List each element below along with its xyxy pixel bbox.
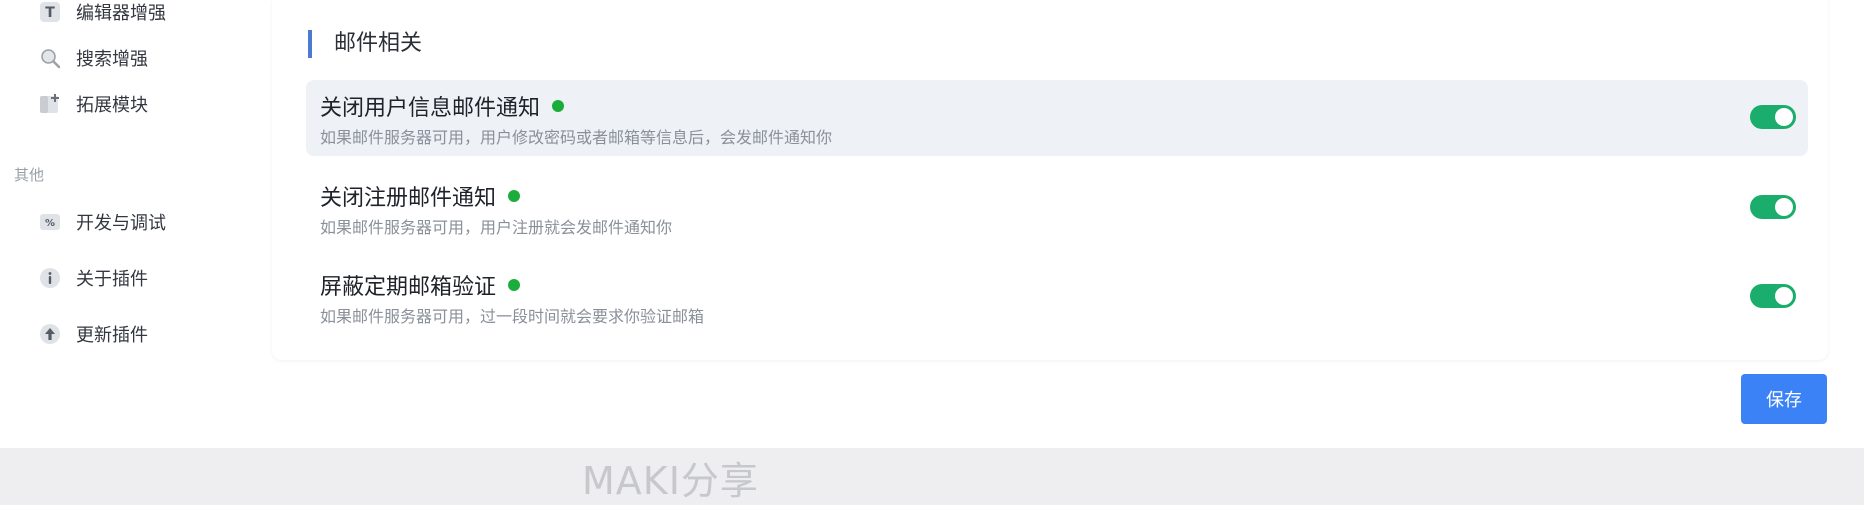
setting-description: 如果邮件服务器可用，过一段时间就会要求你验证邮箱: [320, 307, 705, 326]
toggle-switch-user-info-email[interactable]: [1750, 105, 1796, 129]
app-window: T 编辑器增强 搜索增强 拓展模块 其他 % 开发与调试 关于插件 更新插件 邮…: [0, 0, 1864, 448]
sidebar-item-search-enhance[interactable]: 搜索增强: [38, 40, 258, 76]
setting-row-user-info-email: 关闭用户信息邮件通知 如果邮件服务器可用，用户修改密码或者邮箱等信息后，会发邮件…: [306, 80, 1808, 156]
status-dot: [508, 279, 521, 291]
sidebar-item-label: 搜索增强: [76, 49, 148, 70]
setting-title: 关闭注册邮件通知: [320, 180, 521, 212]
sidebar-item-about-plugin[interactable]: 关于插件: [38, 260, 258, 296]
setting-title-text: 关闭注册邮件通知: [320, 186, 497, 211]
sidebar-item-extension-modules[interactable]: 拓展模块: [38, 86, 258, 122]
sidebar-group-label-other: 其他: [14, 166, 45, 184]
setting-row-register-email: 关闭注册邮件通知 如果邮件服务器可用，用户注册就会发邮件通知你: [306, 170, 1808, 246]
setting-description: 如果邮件服务器可用，用户修改密码或者邮箱等信息后，会发邮件通知你: [320, 128, 833, 147]
sidebar-item-label: 拓展模块: [76, 95, 148, 116]
sidebar-item-label: 开发与调试: [76, 213, 166, 234]
setting-description: 如果邮件服务器可用，用户注册就会发邮件通知你: [320, 218, 673, 237]
setting-row-periodic-email-verify: 屏蔽定期邮箱验证 如果邮件服务器可用，过一段时间就会要求你验证邮箱: [306, 259, 1808, 335]
extension-module-icon: [38, 92, 62, 116]
toggle-switch-register-email[interactable]: [1750, 195, 1796, 219]
sidebar: T 编辑器增强 搜索增强 拓展模块 其他 % 开发与调试 关于插件 更新插件: [0, 0, 272, 448]
text-format-icon: T: [38, 0, 62, 24]
sidebar-item-dev-debug[interactable]: % 开发与调试: [38, 204, 258, 240]
settings-card: 邮件相关 关闭用户信息邮件通知 如果邮件服务器可用，用户修改密码或者邮箱等信息后…: [272, 0, 1828, 360]
setting-title: 关闭用户信息邮件通知: [320, 90, 565, 122]
status-dot: [552, 100, 565, 112]
sidebar-item-editor-enhance[interactable]: T 编辑器增强: [38, 0, 258, 30]
sidebar-item-update-plugin[interactable]: 更新插件: [38, 316, 258, 352]
section-title: 邮件相关: [308, 30, 422, 58]
toggle-knob: [1775, 108, 1793, 126]
sidebar-item-label: 关于插件: [76, 269, 148, 290]
setting-title: 屏蔽定期邮箱验证: [320, 269, 521, 301]
setting-title-text: 关闭用户信息邮件通知: [320, 96, 541, 121]
toggle-knob: [1775, 287, 1793, 305]
sidebar-item-label: 更新插件: [76, 325, 148, 346]
sidebar-item-label: 编辑器增强: [76, 3, 166, 24]
search-icon: [38, 46, 62, 70]
main-content: 邮件相关 关闭用户信息邮件通知 如果邮件服务器可用，用户修改密码或者邮箱等信息后…: [272, 0, 1864, 448]
toggle-knob: [1775, 198, 1793, 216]
status-dot: [508, 190, 521, 202]
setting-title-text: 屏蔽定期邮箱验证: [320, 275, 497, 300]
toggle-switch-periodic-email-verify[interactable]: [1750, 284, 1796, 308]
dev-debug-icon: %: [38, 210, 62, 234]
upload-arrow-icon: [38, 322, 62, 346]
info-icon: [38, 266, 62, 290]
svg-text:%: %: [45, 218, 55, 229]
save-button[interactable]: 保存: [1741, 374, 1827, 424]
svg-text:T: T: [45, 5, 55, 21]
